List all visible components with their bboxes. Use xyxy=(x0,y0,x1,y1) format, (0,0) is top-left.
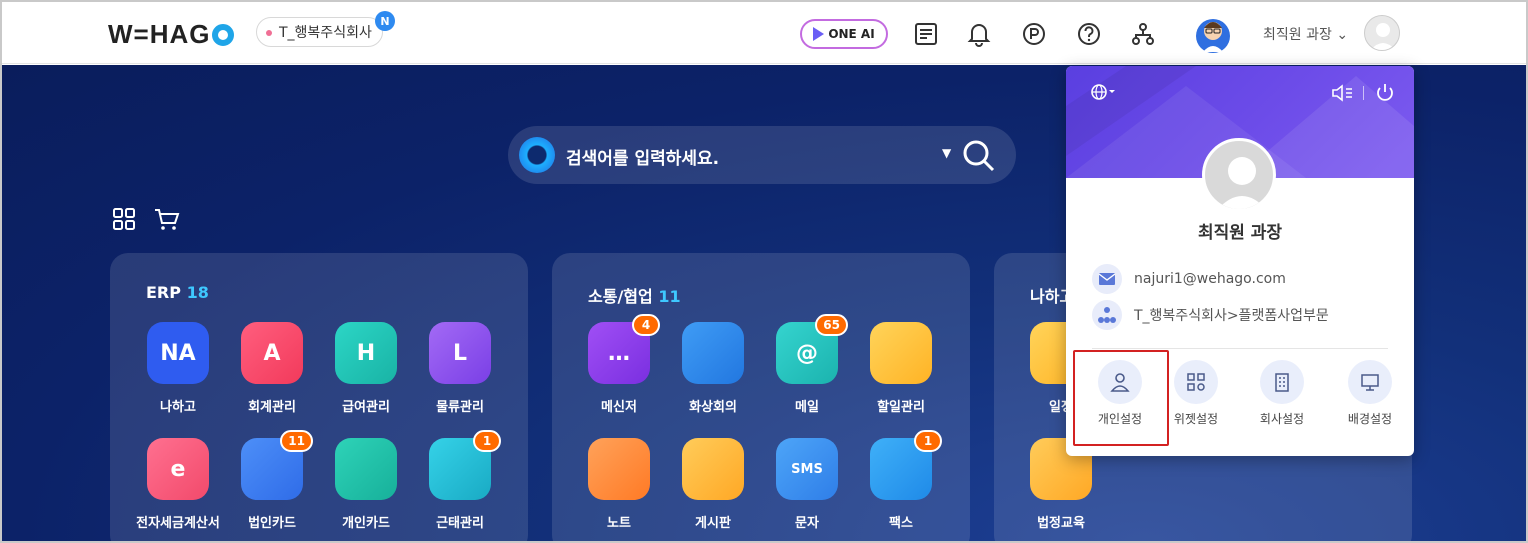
bell-icon[interactable] xyxy=(965,20,993,48)
divider xyxy=(1092,348,1388,349)
logo-o-icon xyxy=(211,23,234,46)
play-icon xyxy=(813,27,825,41)
accounting-icon: A xyxy=(241,322,303,384)
app-accounting[interactable]: A 회계관리 xyxy=(227,322,317,415)
memo-icon[interactable] xyxy=(912,20,940,48)
power-icon[interactable] xyxy=(1374,82,1396,108)
profile-avatar[interactable] xyxy=(1202,138,1276,212)
app-note[interactable]: 노트 xyxy=(574,438,664,531)
notification-badge: 1 xyxy=(914,430,942,452)
profile-org: T_행복주식회사>플랫폼사업부문 xyxy=(1134,308,1329,324)
app-sms[interactable]: SMS 문자 xyxy=(762,438,852,531)
email-row: najuri1@wehago.com xyxy=(1092,264,1286,294)
app-logistics[interactable]: L 물류관리 xyxy=(415,322,505,415)
speaker-mute-icon[interactable] xyxy=(1331,83,1355,107)
monitor-icon xyxy=(1348,360,1392,404)
chevron-down-icon: ⌄ xyxy=(1336,27,1349,43)
oneai-button[interactable]: ONE AI xyxy=(800,19,888,49)
board-icon xyxy=(682,438,744,500)
corporate-card-icon: 11 xyxy=(241,430,313,500)
app-video-meeting[interactable]: 화상회의 xyxy=(668,322,758,415)
panel-title: ERP 18 xyxy=(146,283,209,302)
app-window: W=HAG T_행복주식회사 N ONE AI 최직원 과장 ⌄ 검색어를 입력… xyxy=(0,0,1528,543)
cart-icon[interactable] xyxy=(154,207,180,235)
company-settings-button[interactable]: 회사설정 xyxy=(1238,360,1326,427)
search-icon[interactable] xyxy=(962,139,996,173)
grid-view-icon[interactable] xyxy=(112,207,136,235)
view-toolbar xyxy=(112,207,180,235)
fax-icon: 1 xyxy=(870,430,942,500)
wehago-logo[interactable]: W=HAG xyxy=(108,19,234,50)
user-character-avatar[interactable] xyxy=(1195,14,1231,54)
search-logo-icon xyxy=(519,137,555,173)
building-icon xyxy=(1260,360,1304,404)
app-attendance[interactable]: 1 근태관리 xyxy=(415,430,505,531)
panel-title: 소통/협업 11 xyxy=(588,287,681,306)
app-e-tax-invoice[interactable]: e 전자세금계산서 xyxy=(133,438,223,531)
notification-badge: 4 xyxy=(632,314,660,336)
notification-badge: 11 xyxy=(280,430,313,452)
background-settings-button[interactable]: 배경설정 xyxy=(1326,360,1414,427)
highlight-box xyxy=(1073,350,1169,446)
app-todo[interactable]: 할일관리 xyxy=(856,322,946,415)
note-icon xyxy=(588,438,650,500)
org-row: T_행복주식회사>플랫폼사업부문 xyxy=(1092,300,1329,330)
e-tax-invoice-icon: e xyxy=(147,438,209,500)
widget-icon xyxy=(1174,360,1218,404)
todo-icon xyxy=(870,322,932,384)
logistics-icon: L xyxy=(429,322,491,384)
app-nahago[interactable]: NA 나하고 xyxy=(133,322,223,415)
nahago-icon: NA xyxy=(147,322,209,384)
sms-icon: SMS xyxy=(776,438,838,500)
oneai-label: ONE AI xyxy=(828,27,875,41)
user-menu-toggle[interactable]: 최직원 과장 ⌄ xyxy=(1263,24,1348,44)
company-dot-icon xyxy=(266,30,272,36)
company-selector[interactable]: T_행복주식회사 xyxy=(256,17,383,47)
point-icon[interactable] xyxy=(1020,20,1048,48)
user-name: 최직원 과장 xyxy=(1263,27,1332,43)
messenger-icon: … 4 xyxy=(588,314,660,384)
divider xyxy=(1363,86,1364,100)
org-chart-icon[interactable] xyxy=(1129,20,1157,48)
org-icon xyxy=(1092,300,1122,330)
profile-icon[interactable] xyxy=(1364,15,1400,51)
search-dropdown-icon[interactable]: ▼ xyxy=(942,146,951,160)
app-personal-card[interactable]: 개인카드 xyxy=(321,438,411,531)
panel-collaboration: 소통/협업 11 … 4 메신저 화상회의 @65 메일 할일관리 노트 게시판 SM… xyxy=(552,253,970,541)
new-badge: N xyxy=(375,11,395,31)
help-icon[interactable] xyxy=(1075,20,1103,48)
panel-erp: ERP 18 NA 나하고 A 회계관리 H 급여관리 L 물류관리 e 전자세금계산서 … xyxy=(110,253,528,541)
attendance-icon: 1 xyxy=(429,430,501,500)
search-input[interactable]: 검색어를 입력하세요. xyxy=(566,144,719,169)
app-corporate-card[interactable]: 11 법인카드 xyxy=(227,430,317,531)
mail-icon xyxy=(1092,264,1122,294)
globe-icon[interactable] xyxy=(1090,82,1116,106)
app-fax[interactable]: 1 팩스 xyxy=(856,430,946,531)
notification-badge: 1 xyxy=(473,430,501,452)
company-name: T_행복주식회사 xyxy=(279,25,372,41)
video-camera-icon xyxy=(682,322,744,384)
top-header: W=HAG T_행복주식회사 N ONE AI 최직원 과장 ⌄ xyxy=(2,2,1526,64)
mail-icon: @65 xyxy=(776,314,848,384)
search-bar[interactable]: 검색어를 입력하세요. ▼ xyxy=(508,126,1016,184)
profile-name: 최직원 과장 xyxy=(1197,223,1283,243)
app-messenger[interactable]: … 4 메신저 xyxy=(574,314,664,415)
logo-text: W=HAG xyxy=(108,19,211,49)
app-payroll[interactable]: H 급여관리 xyxy=(321,322,411,415)
notification-badge: 65 xyxy=(815,314,848,336)
payroll-icon: H xyxy=(335,322,397,384)
personal-card-icon xyxy=(335,438,397,500)
app-board[interactable]: 게시판 xyxy=(668,438,758,531)
profile-email: najuri1@wehago.com xyxy=(1134,271,1286,287)
app-mail[interactable]: @65 메일 xyxy=(762,314,852,415)
